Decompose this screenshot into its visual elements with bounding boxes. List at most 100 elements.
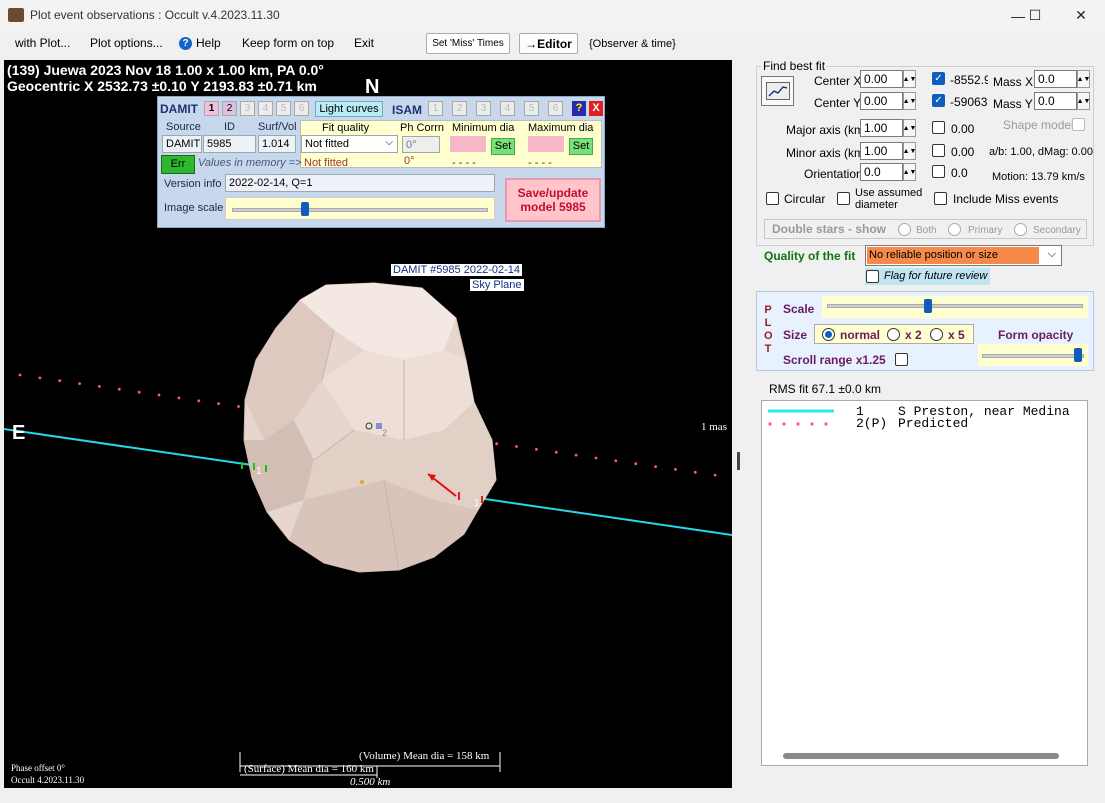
fit-quality-select[interactable]: Not fitted ⌵ bbox=[301, 135, 398, 153]
orientation-input[interactable]: 0.0 bbox=[860, 163, 903, 181]
help-icon[interactable]: ? bbox=[179, 37, 192, 50]
predicted-dot bbox=[654, 465, 657, 468]
chord-label-west: 1 bbox=[256, 466, 262, 477]
close-button[interactable]: ✕ bbox=[1058, 0, 1104, 31]
find-best-fit-label: Find best fit bbox=[761, 59, 828, 73]
predicted-dot bbox=[693, 470, 697, 474]
circular-checkbox[interactable] bbox=[766, 192, 779, 205]
predicted-dot bbox=[495, 442, 499, 446]
shape-model-checkbox[interactable] bbox=[1072, 118, 1085, 131]
source-field: DAMIT bbox=[162, 135, 202, 153]
isam-model-4-button[interactable]: 4 bbox=[500, 101, 515, 116]
orientation-spinner[interactable]: ▲▼ bbox=[903, 163, 916, 181]
mass-x-spinner[interactable]: ▲▼ bbox=[1077, 70, 1090, 88]
source-label: Source bbox=[166, 121, 201, 133]
isam-title: ISAM bbox=[392, 103, 422, 117]
max-dia-field[interactable] bbox=[528, 136, 564, 152]
form-opacity-slider[interactable] bbox=[978, 344, 1088, 366]
isam-model-3-button[interactable]: 3 bbox=[476, 101, 491, 116]
minor-axis-result: 0.00 bbox=[951, 145, 975, 159]
size-normal-radio[interactable] bbox=[822, 328, 835, 341]
double-primary-radio[interactable] bbox=[948, 223, 961, 236]
fit-major-axis-checkbox[interactable] bbox=[932, 121, 945, 134]
min-dia-field[interactable] bbox=[450, 136, 486, 152]
mass-x-input[interactable]: 0.0 bbox=[1034, 70, 1077, 88]
damit-model-6-button[interactable]: 6 bbox=[294, 101, 309, 116]
flag-review-box[interactable]: Flag for future review bbox=[865, 268, 990, 285]
use-assumed-diameter-checkbox[interactable] bbox=[837, 192, 850, 205]
center-x-input[interactable]: 0.00 bbox=[860, 70, 903, 88]
isam-model-1-button[interactable]: 1 bbox=[428, 101, 443, 116]
flag-review-checkbox[interactable] bbox=[866, 270, 879, 283]
double-secondary-radio[interactable] bbox=[1014, 223, 1027, 236]
minor-axis-spinner[interactable]: ▲▼ bbox=[903, 142, 916, 160]
model-label: DAMIT #5985 2022-02-14 bbox=[391, 264, 522, 276]
motion-label: Motion: 13.79 km/s bbox=[992, 171, 1085, 183]
minor-axis-label: Minor axis (km) bbox=[786, 146, 869, 160]
mass-y-input[interactable]: 0.0 bbox=[1034, 92, 1077, 110]
fit-minor-axis-checkbox[interactable] bbox=[932, 144, 945, 157]
splitter-handle[interactable] bbox=[737, 452, 740, 470]
save-update-label: Save/update model 5985 bbox=[517, 186, 589, 214]
isam-model-5-button[interactable]: 5 bbox=[524, 101, 539, 116]
menu-plot-options[interactable]: Plot options... bbox=[90, 36, 163, 50]
size-x5-radio[interactable] bbox=[930, 328, 943, 341]
isam-model-2-button[interactable]: 2 bbox=[452, 101, 467, 116]
sky-plane-label: Sky Plane bbox=[470, 279, 524, 291]
center-x-spinner[interactable]: ▲▼ bbox=[903, 70, 916, 88]
mass-y-spinner[interactable]: ▲▼ bbox=[1077, 92, 1090, 110]
form-opacity-thumb[interactable] bbox=[1074, 348, 1083, 362]
damit-model-4-button[interactable]: 4 bbox=[258, 101, 273, 116]
center-y-input[interactable]: 0.00 bbox=[860, 92, 903, 110]
include-miss-checkbox[interactable] bbox=[934, 192, 947, 205]
legend-swatches bbox=[768, 409, 834, 426]
quality-of-fit-select[interactable]: No reliable position or size ⌵ bbox=[865, 245, 1062, 266]
max-dia-set-button[interactable]: Set bbox=[569, 138, 593, 155]
menu-with-plot[interactable]: with Plot... bbox=[15, 36, 70, 50]
damit-model-1-button[interactable]: 1 bbox=[204, 101, 219, 116]
minor-axis-input[interactable]: 1.00 bbox=[860, 142, 903, 160]
center-y-spinner[interactable]: ▲▼ bbox=[903, 92, 916, 110]
legend-scrollbar[interactable] bbox=[783, 753, 1059, 759]
image-scale-slider[interactable] bbox=[225, 197, 495, 220]
double-both-radio[interactable] bbox=[898, 223, 911, 236]
damit-model-5-button[interactable]: 5 bbox=[276, 101, 291, 116]
fit-center-x-checkbox[interactable]: ✓ bbox=[932, 72, 945, 85]
find-best-fit-button[interactable] bbox=[761, 76, 794, 106]
min-dia-label: Minimum dia bbox=[452, 122, 515, 134]
scroll-range-checkbox[interactable] bbox=[895, 353, 908, 366]
fit-center-y-checkbox[interactable]: ✓ bbox=[932, 94, 945, 107]
double-stars-label: Double stars - show bbox=[772, 222, 887, 236]
err-button[interactable]: Err bbox=[161, 155, 195, 174]
major-axis-spinner[interactable]: ▲▼ bbox=[903, 119, 916, 137]
menu-help[interactable]: Help bbox=[196, 36, 221, 50]
major-axis-label: Major axis (km) bbox=[786, 123, 869, 137]
predicted-dot bbox=[574, 453, 578, 457]
set-miss-times-button[interactable]: Set 'Miss' Times bbox=[426, 33, 510, 54]
predicted-dot bbox=[674, 468, 677, 471]
volume-dia-label: (Volume) Mean dia = 158 km bbox=[359, 750, 490, 762]
damit-model-3-button[interactable]: 3 bbox=[240, 101, 255, 116]
damit-close-icon[interactable]: X bbox=[589, 101, 603, 116]
save-update-model-button[interactable]: Save/update model 5985 bbox=[505, 178, 601, 222]
light-curves-button[interactable]: Light curves bbox=[315, 101, 383, 117]
surface-dia-label: (Surface) Mean dia = 160 km bbox=[244, 763, 374, 775]
image-scale-thumb[interactable] bbox=[301, 202, 310, 216]
menu-exit[interactable]: Exit bbox=[354, 36, 374, 50]
menu-keep-on-top[interactable]: Keep form on top bbox=[242, 36, 334, 50]
isam-model-6-button[interactable]: 6 bbox=[548, 101, 563, 116]
damit-help-icon[interactable]: ? bbox=[572, 101, 586, 116]
scale-slider-thumb[interactable] bbox=[923, 299, 932, 313]
ph-corrn-field[interactable]: 0° bbox=[402, 136, 440, 153]
fit-orientation-checkbox[interactable] bbox=[932, 165, 945, 178]
size-x2-radio[interactable] bbox=[887, 328, 900, 341]
predicted-dot bbox=[117, 387, 121, 391]
maximize-button[interactable]: ☐ bbox=[1012, 0, 1058, 31]
min-dia-set-button[interactable]: Set bbox=[491, 138, 515, 155]
major-axis-input[interactable]: 1.00 bbox=[860, 119, 903, 137]
scale-slider[interactable] bbox=[822, 296, 1088, 318]
damit-model-2-button[interactable]: 2 bbox=[222, 101, 237, 116]
double-secondary-label: Secondary bbox=[1033, 225, 1081, 236]
mas-label: 1 mas bbox=[701, 421, 727, 433]
editor-button[interactable]: →Editor bbox=[519, 33, 578, 54]
